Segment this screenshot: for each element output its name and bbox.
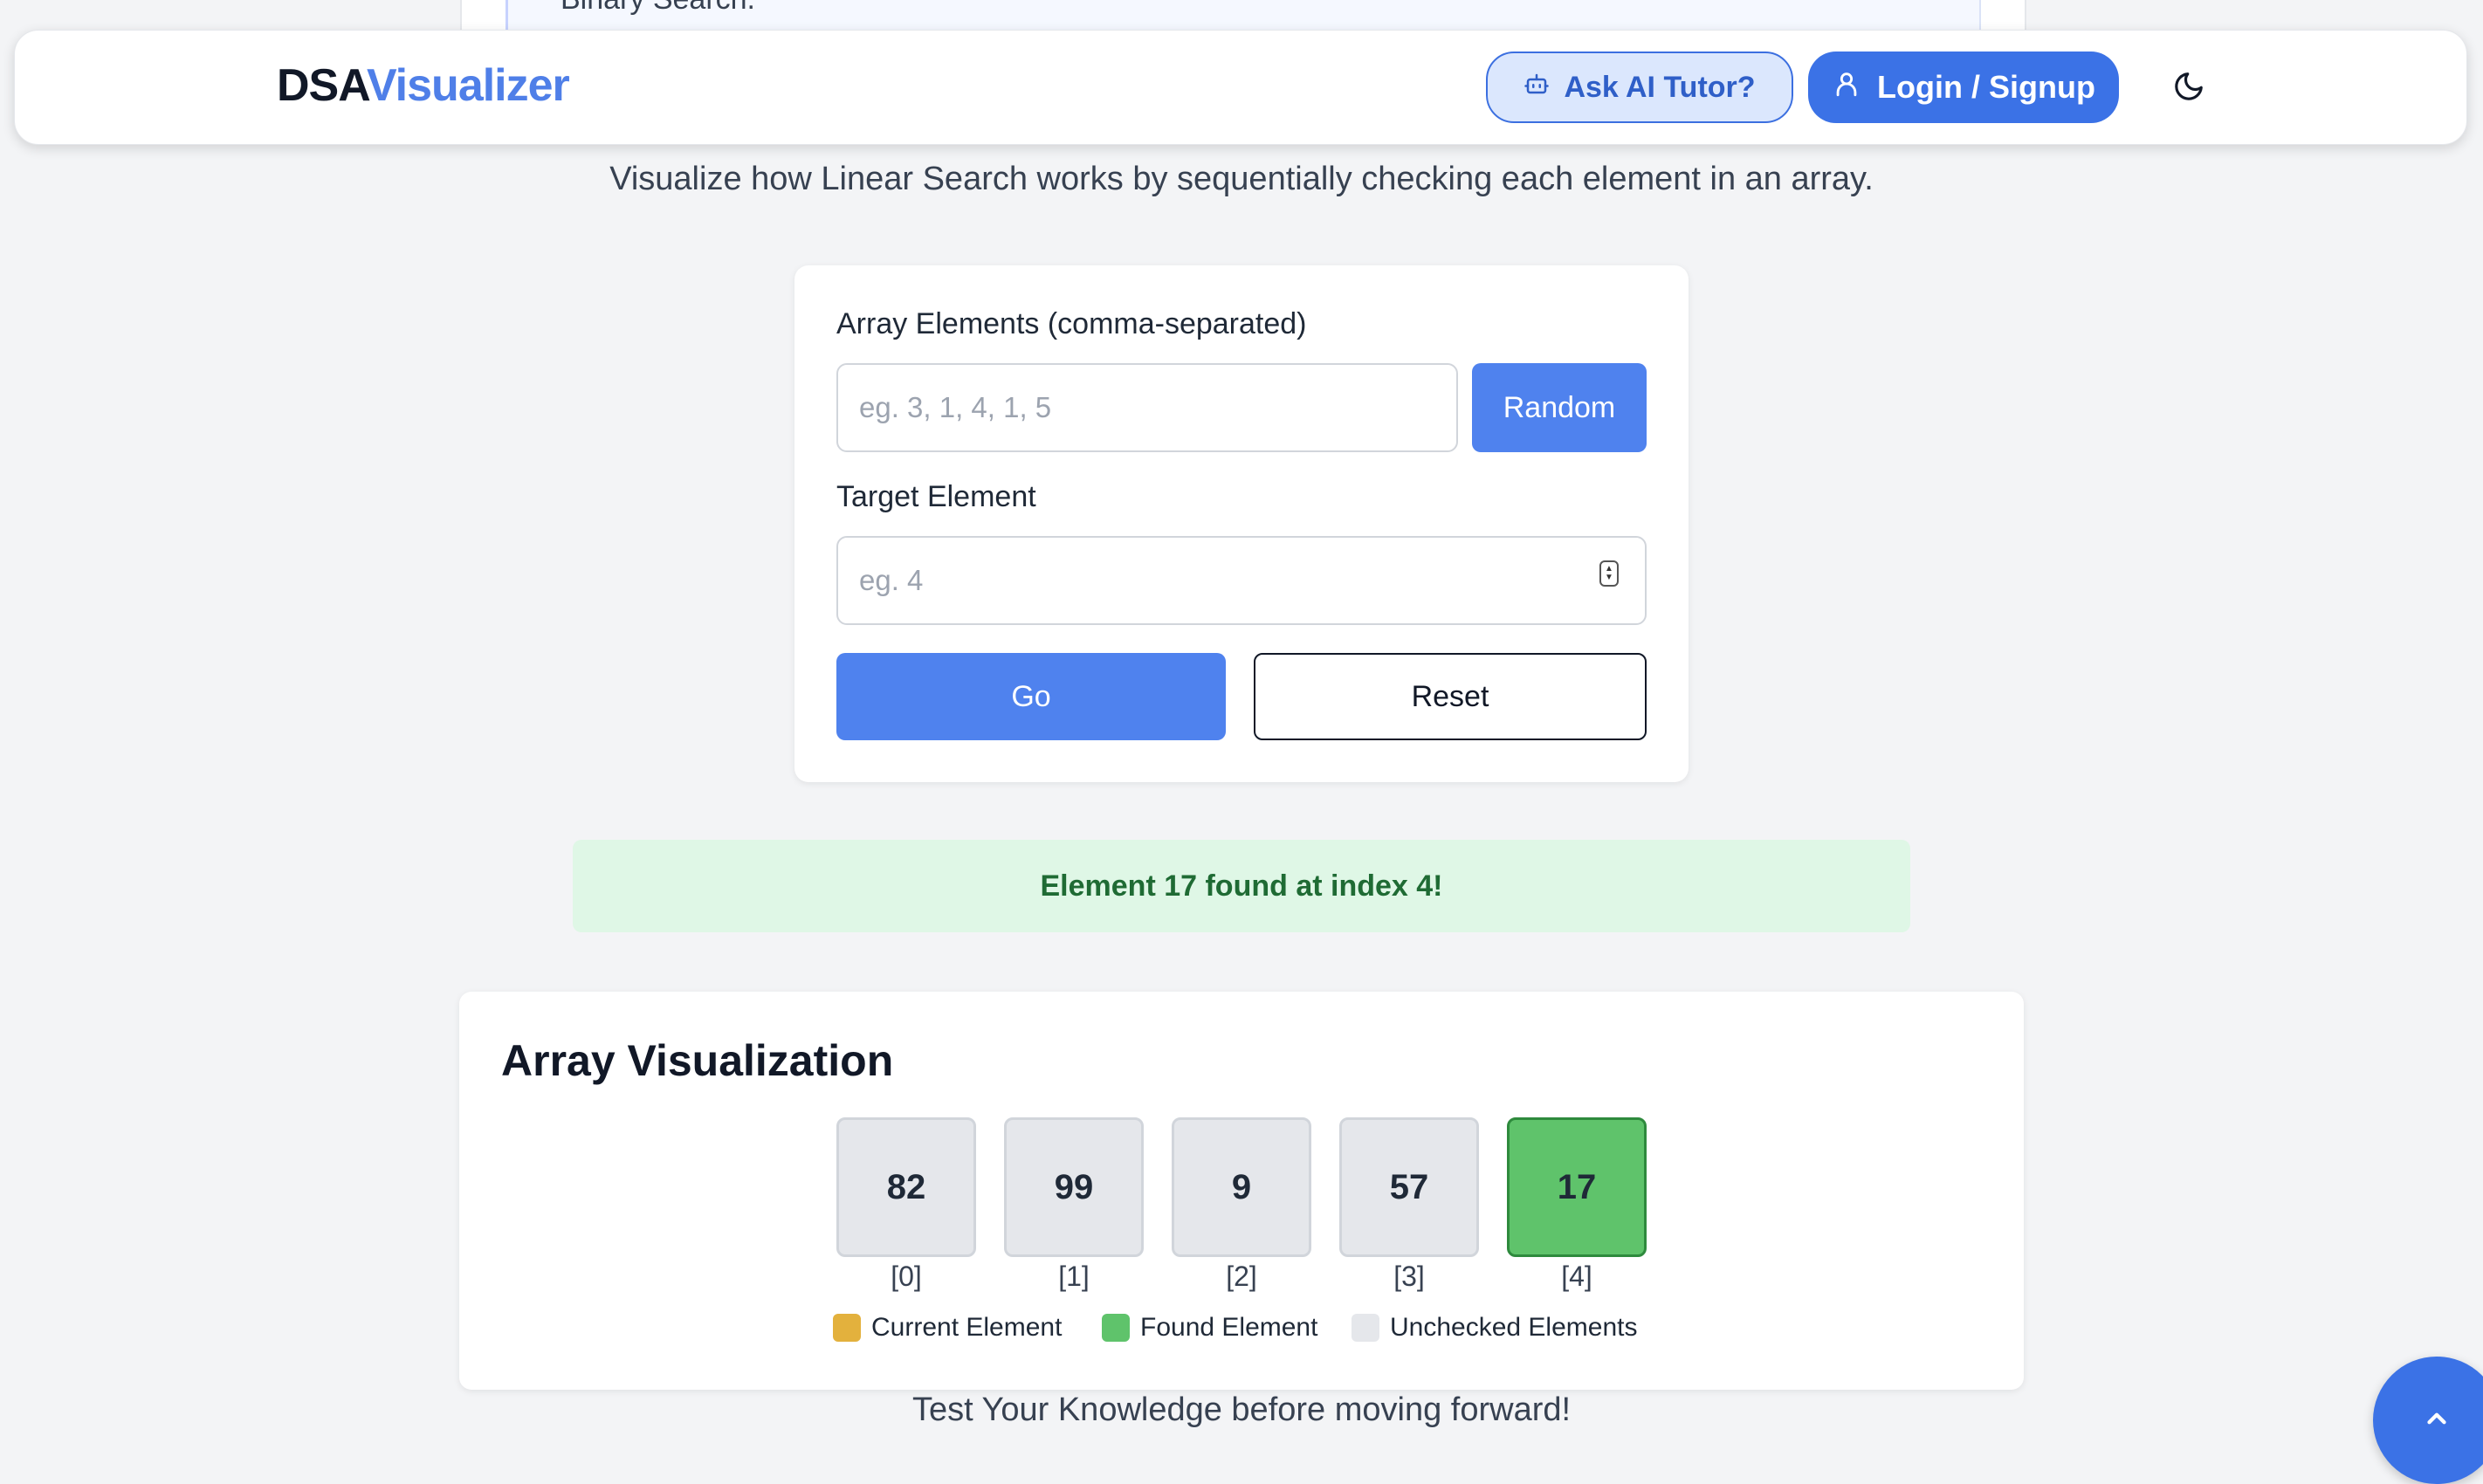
chevron-up-icon <box>2422 1404 2452 1438</box>
array-cell: 82 <box>836 1117 976 1257</box>
result-message: Element 17 found at index 4! <box>573 840 1910 932</box>
array-cell: 57 <box>1339 1117 1479 1257</box>
logo-visualizer: Visualizer <box>366 60 570 111</box>
array-visualization-card: Array Visualization 82 99 9 57 17 [0] [1… <box>459 992 2024 1390</box>
robot-icon <box>1524 71 1550 105</box>
legend-current: Current Element <box>833 1313 1062 1343</box>
user-icon <box>1832 69 1861 106</box>
legend-found: Found Element <box>1102 1313 1317 1343</box>
legend-label: Found Element <box>1140 1313 1318 1342</box>
array-index: [3] <box>1393 1261 1425 1292</box>
go-button[interactable]: Go <box>836 653 1226 740</box>
reset-button[interactable]: Reset <box>1254 653 1647 740</box>
array-index: [4] <box>1561 1261 1592 1292</box>
array-index: [0] <box>891 1261 922 1292</box>
legend-swatch-found <box>1102 1314 1130 1342</box>
logo-dsa: DSA <box>277 60 368 111</box>
legend-unchecked: Unchecked Elements <box>1352 1313 1637 1343</box>
legend-swatch-unchecked <box>1352 1314 1379 1342</box>
legend-swatch-current <box>833 1314 861 1342</box>
ask-ai-tutor-button[interactable]: Ask AI Tutor? <box>1486 52 1793 123</box>
login-signup-button[interactable]: Login / Signup <box>1808 52 2119 123</box>
number-stepper-icon[interactable]: ▲ ▼ <box>1599 560 1619 587</box>
page-subtitle: Visualize how Linear Search works by seq… <box>609 161 1874 197</box>
input-form-card: Array Elements (comma-separated) Random … <box>794 265 1689 782</box>
array-cell: 99 <box>1004 1117 1144 1257</box>
login-signup-label: Login / Signup <box>1877 69 2095 105</box>
navbar: DSAVisualizer Ask AI Tutor? Login / Sign… <box>14 30 2467 145</box>
legend-label: Unchecked Elements <box>1390 1313 1638 1342</box>
knowledge-heading: Test Your Knowledge before moving forwar… <box>911 1391 1572 1428</box>
target-element-label: Target Element <box>836 480 1036 513</box>
scroll-to-top-button[interactable] <box>2373 1357 2483 1484</box>
array-elements-input[interactable] <box>836 363 1458 452</box>
legend-label: Current Element <box>871 1313 1063 1342</box>
partial-content-card: Binary Search. <box>460 0 2026 30</box>
array-cell: 9 <box>1172 1117 1311 1257</box>
array-elements-label: Array Elements (comma-separated) <box>836 307 1307 340</box>
random-button[interactable]: Random <box>1472 363 1647 452</box>
partial-heading: Binary Search. <box>561 0 755 17</box>
array-index: [1] <box>1058 1261 1090 1292</box>
partial-content-block: Binary Search. <box>506 0 1981 30</box>
array-index: [2] <box>1226 1261 1257 1292</box>
theme-toggle-button[interactable] <box>2168 67 2210 109</box>
moon-icon <box>2172 70 2205 107</box>
array-cell-found: 17 <box>1507 1117 1647 1257</box>
visualization-title: Array Visualization <box>501 1036 894 1085</box>
target-element-input[interactable] <box>836 536 1647 625</box>
logo[interactable]: DSAVisualizer <box>277 59 570 112</box>
ask-ai-tutor-label: Ask AI Tutor? <box>1564 70 1756 104</box>
